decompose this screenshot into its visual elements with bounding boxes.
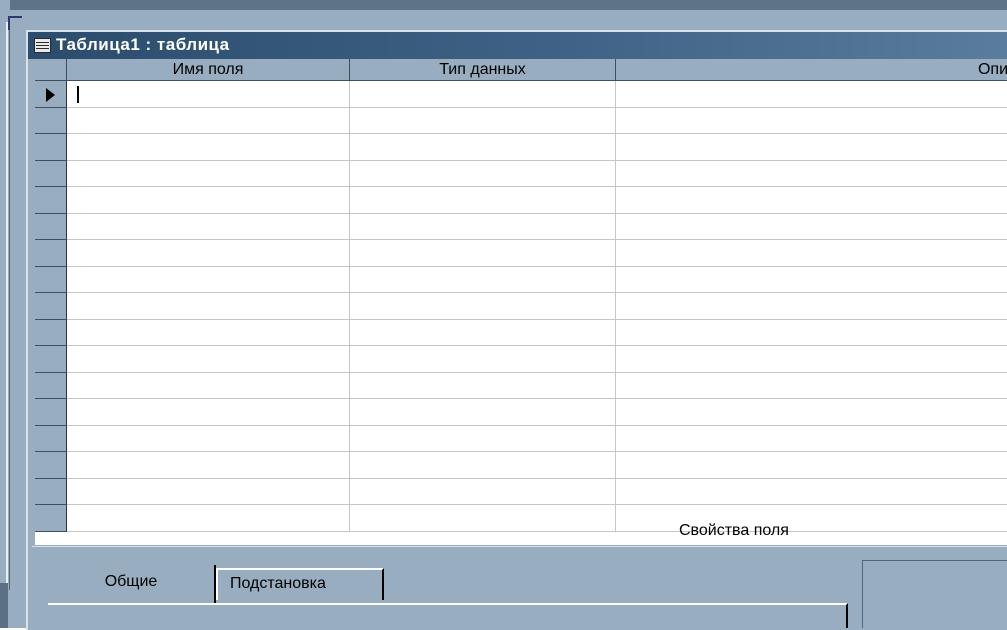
field-name-cell[interactable]	[67, 187, 350, 214]
field-name-cell[interactable]	[67, 399, 350, 426]
field-name-cell[interactable]	[67, 214, 350, 240]
data-type-cell[interactable]	[350, 399, 616, 426]
text-caret	[77, 86, 79, 103]
description-cell[interactable]	[616, 399, 1007, 426]
description-cell[interactable]	[616, 81, 1007, 108]
window-corner-mark	[8, 16, 22, 30]
description-cell[interactable]	[616, 134, 1007, 161]
data-type-cell[interactable]	[350, 134, 616, 161]
properties-divider	[32, 546, 1007, 547]
left-edge-strip	[0, 583, 8, 628]
column-header-field-name[interactable]: Имя поля	[67, 59, 350, 81]
row-selector[interactable]	[35, 214, 67, 240]
field-name-cell[interactable]	[67, 108, 350, 134]
field-name-cell[interactable]	[67, 293, 350, 320]
data-type-cell[interactable]	[350, 426, 616, 452]
row-selector[interactable]	[35, 426, 67, 452]
field-name-cell[interactable]	[67, 426, 350, 452]
description-cell[interactable]	[616, 346, 1007, 373]
current-row-arrow-icon	[46, 88, 55, 102]
field-name-cell[interactable]	[67, 479, 350, 505]
field-name-cell[interactable]	[67, 81, 350, 108]
window-title: Таблица1 : таблица	[56, 35, 230, 54]
table-design-window[interactable]: Таблица1 : таблица Имя поля Тип данных О…	[26, 30, 1007, 630]
description-cell[interactable]	[616, 240, 1007, 267]
row-selector[interactable]	[35, 134, 67, 161]
data-type-cell[interactable]	[350, 161, 616, 187]
description-cell[interactable]	[616, 187, 1007, 214]
field-name-cell[interactable]	[67, 346, 350, 373]
row-selector[interactable]	[35, 161, 67, 187]
tab-general[interactable]: Общие	[48, 565, 216, 603]
description-cell[interactable]	[616, 479, 1007, 505]
data-type-cell[interactable]	[350, 479, 616, 505]
row-selector[interactable]	[35, 346, 67, 373]
row-selector[interactable]	[35, 399, 67, 426]
row-selector[interactable]	[35, 505, 67, 532]
property-help-box	[862, 560, 1007, 628]
field-properties-label: Свойства поля	[679, 522, 789, 539]
field-design-grid[interactable]: Имя поля Тип данных Опи	[35, 59, 1007, 545]
row-selector[interactable]	[35, 187, 67, 214]
field-name-cell[interactable]	[67, 161, 350, 187]
data-type-cell[interactable]	[350, 214, 616, 240]
mdi-client-edge	[0, 0, 10, 628]
row-selector[interactable]	[35, 108, 67, 134]
data-type-cell[interactable]	[350, 452, 616, 479]
field-name-cell[interactable]	[67, 267, 350, 293]
description-cell[interactable]	[616, 452, 1007, 479]
row-selector[interactable]	[35, 479, 67, 505]
data-type-cell[interactable]	[350, 81, 616, 108]
tab-panel	[48, 603, 848, 628]
row-selector[interactable]	[35, 240, 67, 267]
data-type-cell[interactable]	[350, 267, 616, 293]
app-toolbar-edge	[0, 0, 1007, 10]
data-type-cell[interactable]	[350, 373, 616, 399]
column-header-data-type[interactable]: Тип данных	[350, 59, 616, 81]
description-cell[interactable]	[616, 161, 1007, 187]
data-type-cell[interactable]	[350, 293, 616, 320]
row-selector[interactable]	[35, 320, 67, 346]
row-selector[interactable]	[35, 293, 67, 320]
description-cell[interactable]	[616, 320, 1007, 346]
field-name-cell[interactable]	[67, 320, 350, 346]
field-name-cell[interactable]	[67, 505, 350, 532]
data-type-cell[interactable]	[350, 346, 616, 373]
row-selector[interactable]	[35, 373, 67, 399]
description-cell[interactable]	[616, 267, 1007, 293]
window-titlebar[interactable]: Таблица1 : таблица	[28, 32, 1007, 59]
row-selector[interactable]	[35, 452, 67, 479]
description-cell[interactable]	[616, 505, 1007, 532]
field-name-cell[interactable]	[67, 452, 350, 479]
field-name-cell[interactable]	[67, 240, 350, 267]
data-type-cell[interactable]	[350, 320, 616, 346]
table-icon[interactable]	[34, 38, 51, 53]
row-selector[interactable]	[35, 81, 67, 108]
column-header-description[interactable]: Опи	[616, 59, 1007, 81]
description-cell[interactable]	[616, 108, 1007, 134]
description-cell[interactable]	[616, 373, 1007, 399]
row-selector[interactable]	[35, 267, 67, 293]
field-name-cell[interactable]	[67, 134, 350, 161]
data-type-cell[interactable]	[350, 187, 616, 214]
tab-lookup[interactable]: Подстановка	[216, 568, 384, 600]
field-name-cell[interactable]	[67, 373, 350, 399]
description-cell[interactable]	[616, 426, 1007, 452]
description-cell[interactable]	[616, 293, 1007, 320]
grid-corner-header[interactable]	[35, 59, 67, 81]
data-type-cell[interactable]	[350, 505, 616, 532]
data-type-cell[interactable]	[350, 240, 616, 267]
description-cell[interactable]	[616, 214, 1007, 240]
data-type-cell[interactable]	[350, 108, 616, 134]
